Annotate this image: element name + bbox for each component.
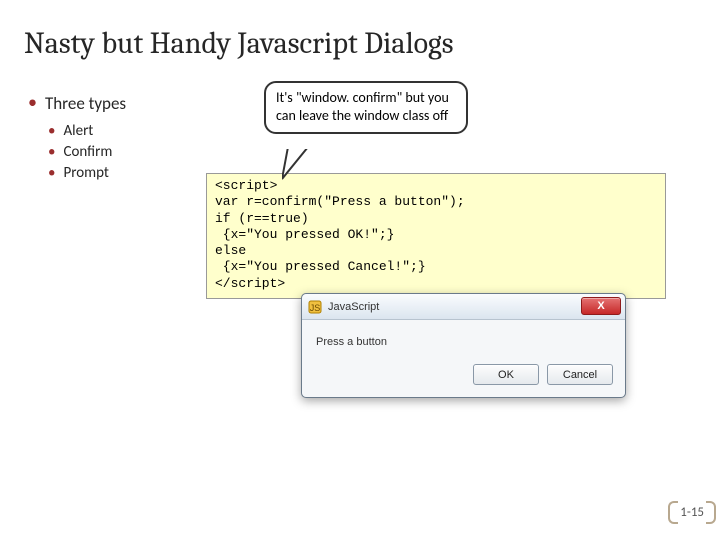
close-button[interactable]: X — [581, 297, 621, 315]
bullet-list: • Three types • Alert • Confirm • Prompt — [28, 93, 206, 185]
dialog-title: JavaScript — [328, 301, 379, 313]
bullet-dot-icon: • — [48, 122, 55, 140]
page-number: 1-15 — [674, 503, 710, 522]
slide-title: Nasty but Handy Javascript Dialogs — [0, 0, 720, 61]
bullet-l1-text: Three types — [45, 93, 126, 114]
close-icon: X — [597, 300, 604, 312]
svg-text:JS: JS — [310, 303, 321, 313]
bullet-l2-text: Alert — [63, 122, 93, 140]
bullet-prompt: • Prompt — [48, 164, 206, 182]
dialog-button-row: OK Cancel — [302, 356, 625, 397]
right-pane: It's "window. confirm" but you can leave… — [206, 93, 666, 185]
dialog-titlebar: JS JavaScript X — [302, 294, 625, 320]
bullet-alert: • Alert — [48, 122, 206, 140]
dialog-message: Press a button — [302, 320, 625, 356]
bullet-dot-icon: • — [48, 164, 55, 182]
code-sample: <script> var r=confirm("Press a button")… — [206, 173, 666, 299]
cancel-button[interactable]: Cancel — [547, 364, 613, 385]
bullet-l2-text: Confirm — [63, 143, 112, 161]
bullet-confirm: • Confirm — [48, 143, 206, 161]
confirm-dialog: JS JavaScript X Press a button OK Cancel — [301, 293, 626, 398]
bullet-l2-text: Prompt — [63, 164, 108, 182]
bullet-three-types: • Three types — [28, 93, 206, 114]
javascript-icon: JS — [308, 300, 322, 314]
callout-bubble: It's "window. confirm" but you can leave… — [264, 81, 468, 134]
ok-button[interactable]: OK — [473, 364, 539, 385]
bullet-dot-icon: • — [48, 143, 55, 161]
content-area: • Three types • Alert • Confirm • Prompt… — [0, 61, 720, 185]
bullet-dot-icon: • — [28, 93, 37, 113]
